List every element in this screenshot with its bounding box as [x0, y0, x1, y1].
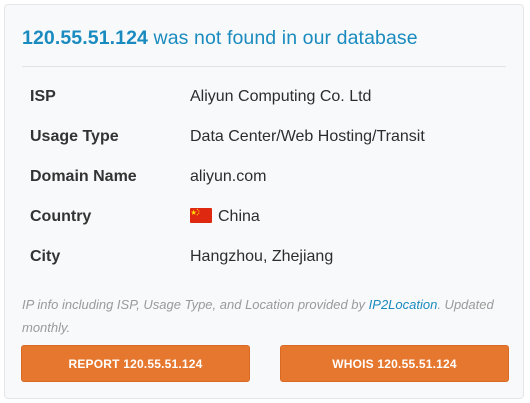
whois-button[interactable]: WHOIS 120.55.51.124	[280, 345, 509, 382]
note-prefix: IP info including ISP, Usage Type, and L…	[22, 297, 369, 312]
detail-row-domain-name: Domain Name aliyun.com	[30, 157, 500, 197]
details-table: ISP Aliyun Computing Co. Ltd Usage Type …	[30, 77, 500, 277]
result-title: 120.55.51.124 was not found in our datab…	[22, 27, 418, 50]
usage-type-label: Usage Type	[30, 128, 119, 145]
detail-row-isp: ISP Aliyun Computing Co. Ltd	[30, 77, 500, 117]
city-label: City	[30, 248, 61, 265]
detail-row-usage-type: Usage Type Data Center/Web Hosting/Trans…	[30, 117, 500, 157]
ip2location-link[interactable]: IP2Location	[369, 297, 438, 312]
title-divider	[22, 66, 506, 67]
data-source-note: IP info including ISP, Usage Type, and L…	[22, 293, 502, 339]
country-value-wrap: China	[190, 197, 260, 237]
country-label: Country	[30, 208, 92, 225]
domain-name-value: aliyun.com	[190, 168, 267, 185]
detail-row-city: City Hangzhou, Zhejiang	[30, 237, 500, 277]
usage-type-value: Data Center/Web Hosting/Transit	[190, 128, 425, 145]
result-ip: 120.55.51.124	[22, 27, 149, 49]
country-value: China	[218, 208, 260, 225]
report-button[interactable]: REPORT 120.55.51.124	[21, 345, 250, 382]
china-flag-icon	[190, 208, 212, 223]
ip-lookup-card: 120.55.51.124 was not found in our datab…	[4, 4, 524, 399]
isp-label: ISP	[30, 88, 56, 105]
isp-value: Aliyun Computing Co. Ltd	[190, 88, 372, 105]
city-value: Hangzhou, Zhejiang	[190, 248, 334, 265]
detail-row-country: Country China	[30, 197, 500, 237]
result-message: was not found in our database	[148, 27, 418, 49]
domain-name-label: Domain Name	[30, 168, 137, 185]
